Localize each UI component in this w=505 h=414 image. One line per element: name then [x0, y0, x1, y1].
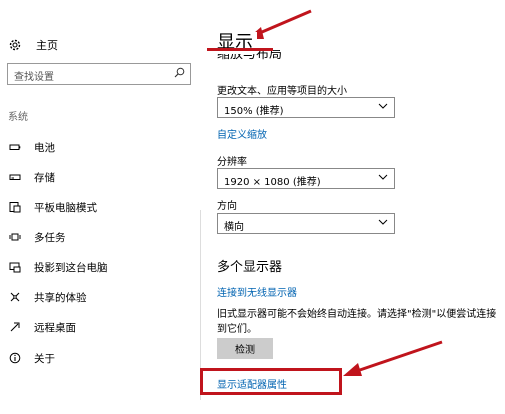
sidebar-item-label: 投影到这台电脑	[34, 261, 108, 274]
sidebar-item-tablet-mode[interactable]: 平板电脑模式	[8, 197, 97, 217]
chevron-down-icon	[378, 103, 388, 109]
multi-display-heading: 多个显示器	[217, 260, 283, 275]
sidebar-item-about[interactable]: 关于	[8, 348, 55, 368]
sidebar-item-project[interactable]: 投影到这台电脑	[8, 257, 108, 277]
scale-dropdown[interactable]: 150% (推荐)	[217, 97, 395, 118]
tablet-mode-icon	[8, 200, 22, 214]
resolution-dropdown[interactable]: 1920 × 1080 (推荐)	[217, 168, 395, 189]
adapter-link-annotation-box	[200, 368, 342, 395]
sidebar-home-label: 主页	[36, 39, 58, 52]
sidebar-item-battery[interactable]: 电池	[8, 137, 55, 157]
sidebar-item-label: 存储	[34, 171, 55, 184]
sidebar-item-multitasking[interactable]: 多任务	[8, 227, 66, 247]
orientation-dropdown[interactable]: 横向	[217, 213, 395, 234]
sidebar-item-label: 电池	[34, 141, 55, 154]
remote-desktop-icon	[8, 320, 22, 334]
gear-icon	[8, 38, 22, 52]
orientation-label: 方向	[217, 201, 237, 212]
info-icon	[8, 351, 22, 365]
resolution-value: 1920 × 1080 (推荐)	[224, 177, 321, 188]
detect-description: 旧式显示器可能不会始终自动连接。请选择"检测"以便尝试连接到它们。	[217, 309, 497, 335]
sidebar-item-label: 多任务	[34, 231, 66, 244]
sidebar-item-label: 平板电脑模式	[34, 201, 97, 214]
battery-icon	[8, 140, 22, 154]
search-input[interactable]: 查找设置	[7, 63, 191, 85]
chevron-down-icon	[378, 174, 388, 180]
chevron-down-icon	[378, 219, 388, 225]
shared-experience-icon	[8, 290, 22, 304]
sidebar: 主页 查找设置 系统 电池 存储 平板电脑模式 多任务 投影到这台电脑 共享的体…	[0, 0, 200, 414]
sidebar-item-label: 关于	[34, 352, 55, 365]
wireless-display-link[interactable]: 连接到无线显示器	[217, 284, 297, 299]
search-icon[interactable]	[174, 67, 185, 81]
search-placeholder: 查找设置	[14, 72, 54, 83]
orientation-value: 横向	[224, 222, 244, 233]
resolution-label: 分辨率	[217, 157, 247, 168]
sidebar-item-storage[interactable]: 存储	[8, 167, 55, 187]
custom-scale-link[interactable]: 自定义缩放	[217, 126, 267, 141]
scale-value: 150% (推荐)	[224, 106, 284, 117]
section-label-system: 系统	[8, 112, 28, 123]
multitasking-icon	[8, 230, 22, 244]
sidebar-item-shared-experience[interactable]: 共享的体验	[8, 287, 87, 307]
project-icon	[8, 260, 22, 274]
storage-icon	[8, 170, 22, 184]
detect-button[interactable]: 检测	[217, 338, 273, 359]
sidebar-home[interactable]: 主页	[8, 36, 58, 54]
title-annotation-underline	[207, 48, 273, 51]
sidebar-item-label: 远程桌面	[34, 321, 76, 334]
scale-label: 更改文本、应用等项目的大小	[217, 86, 347, 97]
sidebar-item-remote-desktop[interactable]: 远程桌面	[8, 317, 76, 337]
sidebar-item-label: 共享的体验	[34, 291, 87, 304]
annotation-arrow-adapter	[343, 340, 443, 376]
